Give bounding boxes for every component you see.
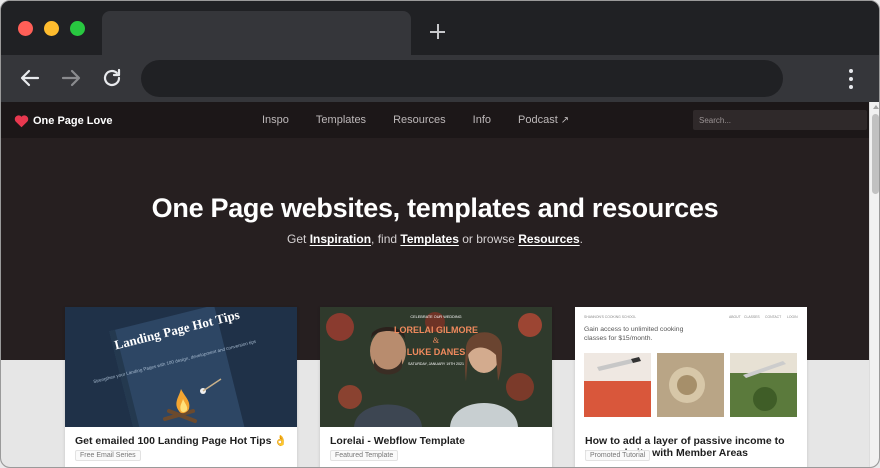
back-arrow-icon[interactable] <box>18 66 42 90</box>
invite-ampersand: & <box>433 336 440 345</box>
kebab-menu-icon[interactable] <box>843 67 859 91</box>
card-lorelai[interactable]: CELEBRATE OUR WEDDING LORELAI GILMORE & … <box>320 307 552 467</box>
card-title[interactable]: Lorelai - Webflow Template <box>330 435 544 447</box>
book-illustration: Landing Page Hot Tips Strengthen your La… <box>65 307 297 427</box>
vertical-scrollbar[interactable] <box>869 102 879 467</box>
nav-link-info[interactable]: Info <box>473 114 491 126</box>
hero-sub-text: Get <box>287 232 307 246</box>
scroll-up-arrow-icon[interactable] <box>873 105 879 109</box>
thumb-menu-item: CLASSES <box>744 315 760 319</box>
card-tag[interactable]: Promoted Tutorial <box>585 450 651 461</box>
nav-link-podcast[interactable]: Podcast ↗ <box>518 114 569 126</box>
invite-date: SATURDAY, JANUARY 19TH 2021 <box>408 362 464 366</box>
card-title[interactable]: Get emailed 100 Landing Page Hot Tips 👌 <box>75 435 289 447</box>
scrollbar-thumb[interactable] <box>872 114 879 194</box>
thumb-menu-item: LOGIN <box>787 315 798 319</box>
search-input[interactable] <box>693 110 867 130</box>
title-bar <box>1 1 879 55</box>
site-navbar: One Page Love Inspo Templates Resources … <box>1 102 869 138</box>
card-tag[interactable]: Featured Template <box>330 450 399 461</box>
wedding-photo-illustration: CELEBRATE OUR WEDDING LORELAI GILMORE & … <box>320 307 552 427</box>
logo-text: One Page Love <box>33 115 113 127</box>
resources-link[interactable]: Resources <box>518 232 579 246</box>
thumb-menu-item: ABOUT <box>729 315 741 319</box>
card-thumbnail: Landing Page Hot Tips Strengthen your La… <box>65 307 297 427</box>
browser-window: One Page Love Inspo Templates Resources … <box>0 0 880 468</box>
card-tag[interactable]: Free Email Series <box>75 450 141 461</box>
thumb-menu-item: CONTACT <box>765 315 781 319</box>
new-tab-plus-icon[interactable] <box>428 21 448 41</box>
card-member-areas[interactable]: SHANNON'S COOKING SCHOOL ABOUT CLASSES C… <box>575 307 807 467</box>
heart-icon <box>14 115 29 128</box>
minimize-window-button[interactable] <box>44 21 59 36</box>
hero-title: One Page websites, templates and resourc… <box>151 193 719 223</box>
card-thumbnail: CELEBRATE OUR WEDDING LORELAI GILMORE & … <box>320 307 552 427</box>
nav-link-templates[interactable]: Templates <box>316 114 366 126</box>
hero-sub-text: , find <box>371 232 398 246</box>
card-thumbnail: SHANNON'S COOKING SCHOOL ABOUT CLASSES C… <box>575 307 807 427</box>
site-logo[interactable]: One Page Love <box>14 113 112 129</box>
reload-icon[interactable] <box>100 66 124 90</box>
forward-arrow-icon[interactable] <box>59 66 83 90</box>
browser-tab[interactable] <box>102 11 411 55</box>
hero-sub-text: or browse <box>462 232 515 246</box>
card-hot-tips[interactable]: Landing Page Hot Tips Strengthen your La… <box>65 307 297 467</box>
external-link-icon: ↗ <box>560 115 570 126</box>
invite-name-1: LORELAI GILMORE <box>394 325 478 335</box>
browser-toolbar <box>1 55 879 102</box>
inspiration-link[interactable]: Inspiration <box>310 232 371 246</box>
hero-sub-text: . <box>579 232 583 246</box>
primary-nav: Inspo Templates Resources Info Podcast ↗ <box>262 114 596 126</box>
templates-link[interactable]: Templates <box>400 232 458 246</box>
invite-top-text: CELEBRATE OUR WEDDING <box>410 315 461 319</box>
address-bar[interactable] <box>141 60 783 97</box>
nav-link-inspo[interactable]: Inspo <box>262 114 289 126</box>
page-viewport: One Page Love Inspo Templates Resources … <box>1 102 869 467</box>
thumb-headline: Gain access to unlimited cooking classes… <box>584 326 684 342</box>
nav-link-podcast-label: Podcast <box>518 114 558 126</box>
maximize-window-button[interactable] <box>70 21 85 36</box>
invite-name-2: LUKE DANES <box>407 347 466 357</box>
cooking-site-illustration: SHANNON'S COOKING SCHOOL ABOUT CLASSES C… <box>575 307 807 427</box>
thumb-brand: SHANNON'S COOKING SCHOOL <box>584 315 636 319</box>
close-window-button[interactable] <box>18 21 33 36</box>
hero-subtitle: Get Inspiration, find Templates or brows… <box>1 232 869 246</box>
nav-link-resources[interactable]: Resources <box>393 114 446 126</box>
